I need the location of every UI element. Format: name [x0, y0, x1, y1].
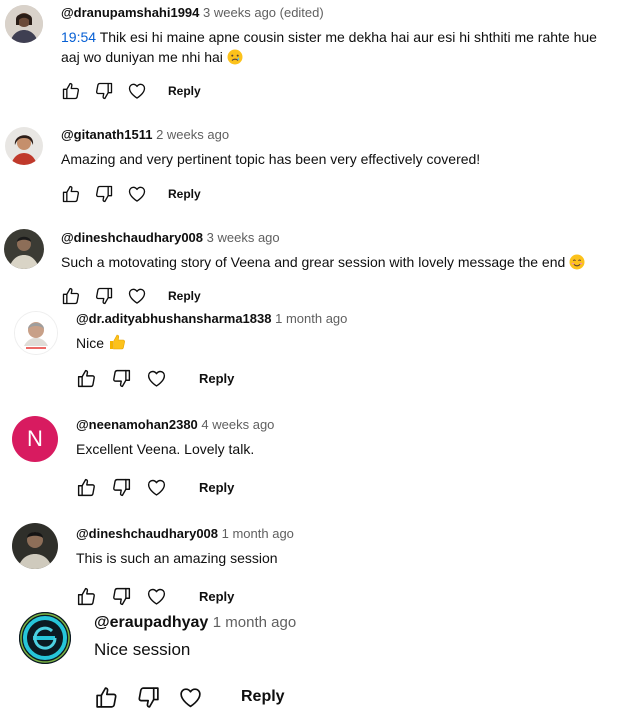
heart-icon[interactable]	[127, 81, 147, 101]
comment-time[interactable]: 1 month ago	[275, 311, 347, 326]
comment-time[interactable]: 4 weeks ago	[201, 417, 274, 432]
comment-author[interactable]: @dranupamshahi1994	[61, 5, 199, 20]
like-icon[interactable]	[61, 184, 81, 204]
like-icon[interactable]	[61, 286, 81, 306]
comment-text: Such a motovating story of Veena and gre…	[61, 252, 621, 275]
dislike-icon[interactable]	[94, 81, 114, 101]
avatar[interactable]: N	[12, 416, 58, 462]
avatar[interactable]	[12, 523, 58, 569]
avatar[interactable]	[19, 612, 71, 664]
comment-time[interactable]: 3 weeks ago (edited)	[203, 5, 324, 20]
heart-icon[interactable]	[127, 184, 147, 204]
comment-time[interactable]: 3 weeks ago	[207, 230, 280, 245]
reply-button[interactable]: Reply	[168, 84, 201, 98]
reply-button[interactable]: Reply	[199, 371, 234, 386]
reply-button[interactable]: Reply	[168, 187, 201, 201]
dislike-icon[interactable]	[94, 184, 114, 204]
comment-text: 19:54 Thik esi hi maine apne cousin sist…	[61, 27, 617, 71]
comment-author[interactable]: @dineshchaudhary008	[76, 526, 218, 541]
heart-icon[interactable]	[146, 586, 167, 607]
heart-icon[interactable]	[178, 685, 203, 710]
dislike-icon[interactable]	[94, 286, 114, 306]
dislike-icon[interactable]	[136, 685, 161, 710]
reply-button[interactable]: Reply	[199, 589, 234, 604]
comment-author[interactable]: @dineshchaudhary008	[61, 230, 203, 245]
comment-time[interactable]: 2 weeks ago	[156, 127, 229, 142]
comment-author[interactable]: @dr.adityabhushansharma1838	[76, 311, 271, 326]
reply-button[interactable]: Reply	[199, 480, 234, 495]
comment-text: This is such an amazing session	[76, 550, 278, 566]
comment-time[interactable]: 1 month ago	[222, 526, 294, 541]
comment-text: Nice session	[94, 640, 191, 659]
comment-author[interactable]: @gitanath1511	[61, 127, 152, 142]
comment-author[interactable]: @neenamohan2380	[76, 417, 198, 432]
comment-author[interactable]: @eraupadhyay	[94, 614, 208, 631]
smiling-face-emoji	[569, 254, 585, 275]
avatar[interactable]	[4, 229, 44, 269]
heart-icon[interactable]	[146, 477, 167, 498]
like-icon[interactable]	[94, 685, 119, 710]
like-icon[interactable]	[76, 368, 97, 389]
heart-icon[interactable]	[127, 286, 147, 306]
avatar[interactable]	[5, 127, 43, 165]
reply-button[interactable]: Reply	[168, 289, 201, 303]
avatar[interactable]	[14, 311, 58, 355]
dislike-icon[interactable]	[111, 586, 132, 607]
like-icon[interactable]	[61, 81, 81, 101]
like-icon[interactable]	[76, 477, 97, 498]
thumbs-up-emoji	[108, 333, 126, 356]
reply-button[interactable]: Reply	[241, 688, 285, 706]
timestamp-link[interactable]: 19:54	[61, 29, 96, 45]
like-icon[interactable]	[76, 586, 97, 607]
comment-text: Nice	[76, 333, 616, 356]
comment-time[interactable]: 1 month ago	[213, 614, 296, 631]
dislike-icon[interactable]	[111, 368, 132, 389]
avatar-letter: N	[27, 426, 43, 451]
comment-text: Amazing and very pertinent topic has bee…	[61, 151, 481, 167]
comment-text: Excellent Veena. Lovely talk.	[76, 441, 255, 457]
avatar[interactable]	[5, 5, 43, 43]
dislike-icon[interactable]	[111, 477, 132, 498]
sad-face-emoji	[227, 49, 243, 70]
heart-icon[interactable]	[146, 368, 167, 389]
